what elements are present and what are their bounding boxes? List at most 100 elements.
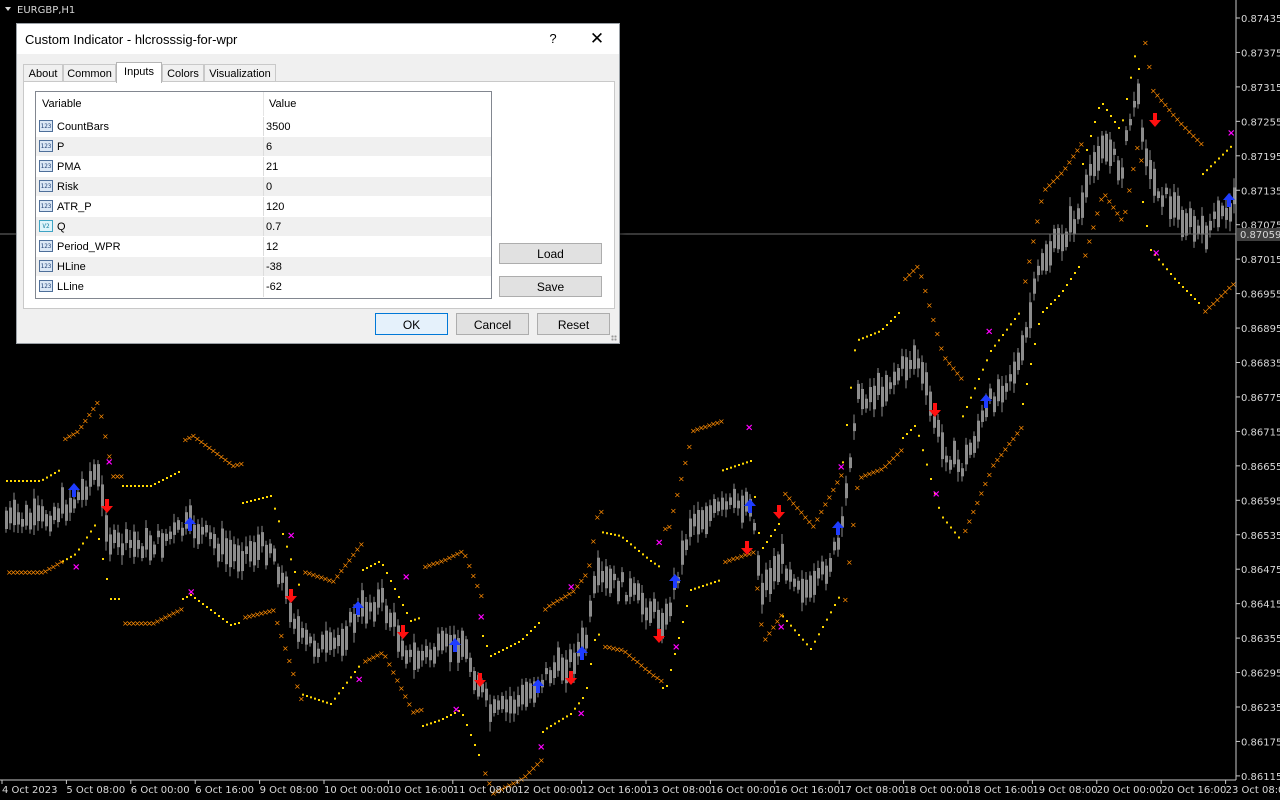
candle-body bbox=[1153, 168, 1156, 196]
variable-value[interactable]: 3500 bbox=[266, 117, 290, 137]
ok-button[interactable]: OK bbox=[375, 313, 448, 335]
cross-marker: × bbox=[358, 540, 365, 549]
candle-body bbox=[549, 670, 552, 684]
tab-inputs[interactable]: Inputs bbox=[116, 62, 162, 83]
trail-dot bbox=[1190, 294, 1192, 296]
candle-body bbox=[921, 362, 924, 384]
save-button[interactable]: Save bbox=[499, 276, 602, 297]
trail-dot bbox=[630, 543, 632, 546]
table-row[interactable]: 123 LLine -62 bbox=[36, 276, 491, 297]
help-button[interactable]: ? bbox=[543, 29, 563, 49]
candle-body bbox=[289, 602, 292, 623]
tab-colors[interactable]: Colors bbox=[162, 64, 204, 82]
trail-dot bbox=[570, 713, 572, 715]
trail-dot bbox=[670, 669, 672, 671]
candle-body bbox=[57, 508, 60, 523]
variable-value[interactable]: 0 bbox=[266, 177, 272, 197]
trail-dot bbox=[1070, 278, 1072, 280]
trail-dot bbox=[658, 565, 660, 568]
trail-dot bbox=[178, 471, 180, 473]
column-header-variable[interactable]: Variable bbox=[42, 92, 262, 116]
variable-value[interactable]: -38 bbox=[266, 257, 282, 277]
variable-value[interactable]: 120 bbox=[266, 197, 284, 217]
table-row[interactable]: 123 Period_WPR 12 bbox=[36, 236, 491, 257]
column-header-value[interactable]: Value bbox=[269, 92, 489, 116]
load-button[interactable]: Load bbox=[499, 243, 602, 264]
tab-common[interactable]: Common bbox=[63, 64, 116, 82]
cross-marker: × bbox=[850, 521, 857, 530]
variable-value[interactable]: 12 bbox=[266, 237, 278, 257]
trail-dot bbox=[418, 617, 420, 620]
trail-dot bbox=[830, 611, 832, 614]
resize-grip-icon[interactable] bbox=[611, 335, 617, 341]
table-row[interactable]: 123 Risk 0 bbox=[36, 176, 491, 197]
variable-value[interactable]: 6 bbox=[266, 137, 272, 157]
trail-dot bbox=[1018, 312, 1020, 315]
cross-marker: × bbox=[1142, 38, 1149, 47]
close-button[interactable]: ✕ bbox=[585, 28, 609, 50]
cross-marker: × bbox=[674, 490, 681, 499]
table-row[interactable]: 123 HLine -38 bbox=[36, 256, 491, 277]
trail-dot bbox=[1210, 165, 1212, 168]
variable-value[interactable]: 0.7 bbox=[266, 217, 281, 237]
trail-dot bbox=[434, 721, 436, 723]
table-row[interactable]: 123 PMA 21 bbox=[36, 156, 491, 177]
trail-dot bbox=[490, 655, 492, 657]
cancel-button[interactable]: Cancel bbox=[456, 313, 529, 335]
trail-dot bbox=[770, 535, 772, 537]
time-label: 6 Oct 00:00 bbox=[131, 785, 190, 796]
candle-body bbox=[117, 532, 120, 548]
cross-marker: × bbox=[1198, 139, 1205, 148]
candle-body bbox=[37, 505, 40, 522]
candle-body bbox=[1025, 327, 1028, 338]
table-row[interactable]: 123 CountBars 3500 bbox=[36, 116, 491, 137]
candle-body bbox=[1213, 211, 1216, 219]
trail-dot bbox=[922, 449, 924, 452]
candle-body bbox=[913, 345, 916, 369]
candle-body bbox=[177, 520, 180, 530]
reset-button[interactable]: Reset bbox=[537, 313, 610, 335]
column-divider[interactable] bbox=[263, 92, 264, 116]
table-row[interactable]: 123 ATR_P 120 bbox=[36, 196, 491, 217]
candle-body bbox=[1033, 278, 1036, 294]
variable-name: Q bbox=[57, 221, 66, 233]
candle-body bbox=[121, 543, 124, 556]
candle-body bbox=[1089, 163, 1092, 176]
variable-value[interactable]: 21 bbox=[266, 157, 278, 177]
candle-body bbox=[401, 640, 404, 657]
variable-value[interactable]: -62 bbox=[266, 277, 282, 297]
candle-body bbox=[865, 398, 868, 409]
candle-body bbox=[957, 459, 960, 472]
trail-dot bbox=[38, 480, 40, 482]
candle-body bbox=[721, 497, 724, 510]
table-row[interactable]: 123 P 6 bbox=[36, 136, 491, 157]
price-label: 0.86775 bbox=[1241, 393, 1280, 404]
trail-dot bbox=[818, 633, 820, 636]
candle-body bbox=[321, 634, 324, 650]
int-type-icon: 123 bbox=[39, 120, 53, 132]
trail-dot bbox=[310, 696, 312, 699]
candle-body bbox=[885, 374, 888, 402]
time-label: 20 Oct 00:00 bbox=[1097, 785, 1162, 796]
trail-dot bbox=[138, 485, 140, 487]
tab-about[interactable]: About bbox=[23, 64, 63, 82]
price-label: 0.86655 bbox=[1241, 462, 1280, 473]
time-label: 5 Oct 08:00 bbox=[66, 785, 125, 796]
candle-body bbox=[429, 649, 432, 661]
table-row[interactable]: V2 Q 0.7 bbox=[36, 216, 491, 237]
candle-body bbox=[801, 578, 804, 603]
candle-body bbox=[21, 518, 24, 527]
trail-dot bbox=[410, 620, 412, 622]
trail-dot bbox=[258, 498, 260, 500]
candle-body bbox=[1121, 167, 1124, 179]
candle-body bbox=[301, 628, 304, 638]
tab-visualization[interactable]: Visualization bbox=[204, 64, 276, 82]
candle-body bbox=[225, 538, 228, 565]
trail-dot bbox=[1134, 55, 1136, 58]
candle-body bbox=[901, 356, 904, 369]
price-label: 0.86595 bbox=[1241, 496, 1280, 507]
trail-dot bbox=[950, 526, 952, 529]
candle-body bbox=[633, 583, 636, 595]
trail-dot bbox=[298, 583, 300, 586]
trail-dot bbox=[990, 350, 992, 352]
